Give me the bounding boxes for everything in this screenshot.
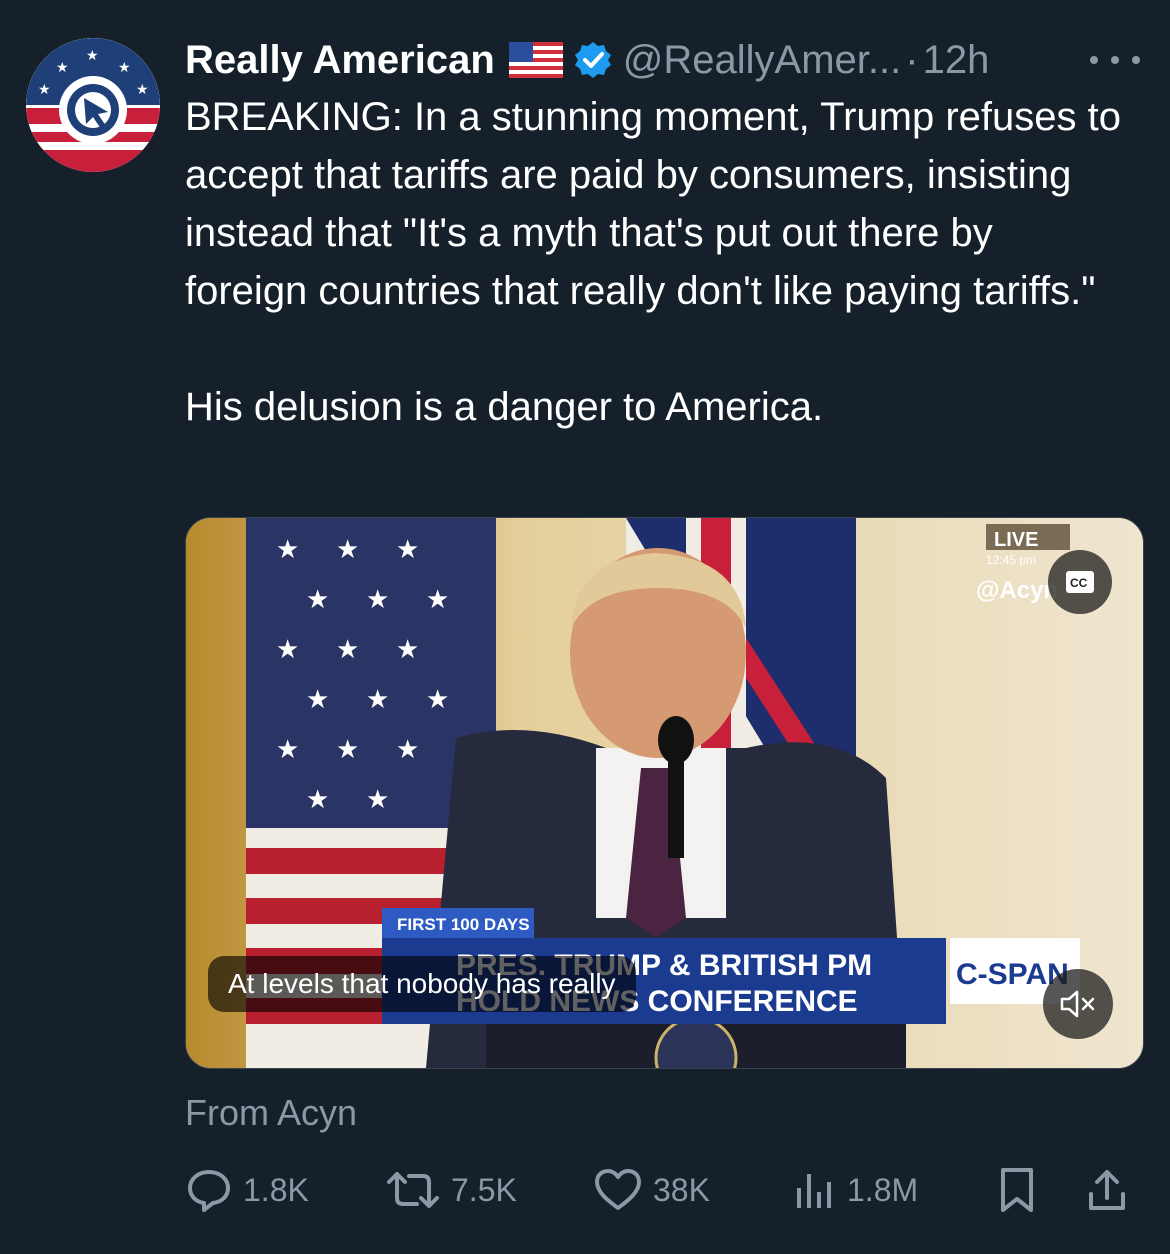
- svg-text:★: ★: [336, 535, 359, 565]
- svg-text:★: ★: [336, 735, 359, 765]
- live-label: LIVE: [994, 529, 1038, 551]
- repost-count: 7.5K: [451, 1171, 517, 1208]
- timestamp[interactable]: 12h: [923, 38, 990, 83]
- svg-text:★: ★: [118, 60, 131, 76]
- bookmark-button[interactable]: [997, 1160, 1037, 1220]
- flag-icon: [508, 42, 563, 78]
- chyron-tag: FIRST 100 DAYS: [397, 915, 530, 934]
- svg-text:★: ★: [38, 82, 51, 98]
- svg-text:★: ★: [366, 585, 389, 615]
- svg-text:★: ★: [306, 585, 329, 615]
- like-count: 38K: [653, 1171, 710, 1208]
- svg-text:★: ★: [426, 585, 449, 615]
- video-caption: At levels that nobody has really: [208, 956, 636, 1012]
- reply-icon: [188, 1170, 230, 1212]
- more-icon[interactable]: [1090, 40, 1140, 80]
- svg-text:★: ★: [276, 635, 299, 665]
- svg-text:★: ★: [396, 735, 419, 765]
- svg-text:★: ★: [366, 685, 389, 715]
- views-icon: [797, 1174, 831, 1208]
- views-count: 1.8M: [847, 1171, 919, 1208]
- tweet-paragraph: His delusion is a danger to America.: [185, 385, 824, 429]
- attribution[interactable]: From Acyn: [185, 1092, 357, 1134]
- svg-text:★: ★: [336, 635, 359, 665]
- svg-text:★: ★: [276, 735, 299, 765]
- svg-text:★: ★: [426, 685, 449, 715]
- svg-text:★: ★: [276, 535, 299, 565]
- display-name[interactable]: Really American: [185, 38, 495, 83]
- action-bar: 1.8K 7.5K 38K 1.8M: [185, 1160, 1145, 1220]
- svg-text:★: ★: [136, 82, 149, 98]
- cc-icon[interactable]: CC: [1048, 550, 1112, 614]
- svg-text:★: ★: [366, 785, 389, 815]
- repost-icon: [387, 1172, 439, 1208]
- tweet-text: BREAKING: In a stunning moment, Trump re…: [185, 88, 1125, 436]
- svg-text:★: ★: [306, 785, 329, 815]
- share-icon: [1089, 1170, 1125, 1210]
- svg-text:★: ★: [396, 535, 419, 565]
- svg-text:★: ★: [86, 48, 99, 64]
- views-button[interactable]: 1.8M: [793, 1160, 918, 1220]
- separator: ·: [905, 37, 919, 82]
- avatar[interactable]: ★ ★ ★ ★ ★: [26, 38, 160, 172]
- cc-label: CC: [1070, 576, 1088, 590]
- reply-button[interactable]: 1.8K: [185, 1160, 309, 1220]
- tweet-paragraph: BREAKING: In a stunning moment, Trump re…: [185, 95, 1121, 313]
- handle[interactable]: @ReallyAmer...: [623, 38, 901, 83]
- watermark: @Acyn: [976, 577, 1058, 604]
- share-button[interactable]: [1085, 1160, 1129, 1220]
- repost-button[interactable]: 7.5K: [385, 1160, 517, 1220]
- svg-text:★: ★: [56, 60, 69, 76]
- live-time: 12:45 pm: [986, 553, 1036, 567]
- like-icon: [595, 1169, 641, 1210]
- reply-count: 1.8K: [243, 1171, 309, 1208]
- verified-icon[interactable]: [573, 40, 613, 80]
- video-player[interactable]: ★ ★ ★ ★ ★ ★ ★ ★ ★ ★ ★ ★ ★ ★ ★ ★ ★ FIRST …: [185, 517, 1144, 1069]
- bookmark-icon: [1001, 1168, 1033, 1212]
- mute-icon[interactable]: [1043, 969, 1113, 1039]
- svg-text:★: ★: [306, 685, 329, 715]
- tweet-header: Really American @ReallyAmer... · 12h: [185, 30, 1145, 90]
- like-button[interactable]: 38K: [593, 1160, 710, 1220]
- svg-text:★: ★: [396, 635, 419, 665]
